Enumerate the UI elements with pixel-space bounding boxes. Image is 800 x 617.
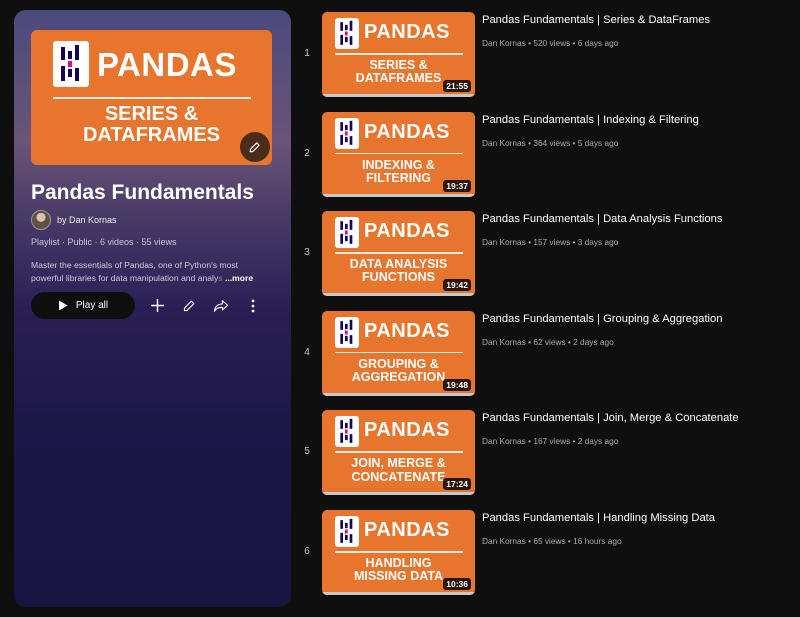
video-thumbnail[interactable]: PANDAS JOIN, MERGE & CONCATENATE 17:24 (322, 410, 475, 496)
video-title[interactable]: Pandas Fundamentals | Data Analysis Func… (482, 213, 722, 225)
pandas-logo-icon (53, 41, 89, 87)
video-duration: 19:37 (443, 179, 471, 192)
playlist-title: Pandas Fundamentals (31, 181, 254, 204)
video-thumbnail[interactable]: PANDAS DATA ANALYSIS FUNCTIONS 19:42 (322, 211, 475, 297)
video-row[interactable]: 4 PANDAS GROUPING & AGGREGATION 19:48 Pa… (300, 310, 790, 401)
video-thumbnail[interactable]: PANDAS HANDLING MISSING DATA 10:36 (322, 510, 475, 595)
video-row[interactable]: 1 PANDAS SERIES & DATAFRAMES 21:55 Panda… (300, 12, 790, 102)
video-duration: 19:48 (443, 378, 471, 391)
playlist-thumbnail[interactable]: PANDAS SERIES & DATAFRAMES (31, 30, 272, 165)
thumbnail-word: PANDAS (364, 21, 450, 43)
pandas-logo-icon (335, 18, 359, 49)
thumbnail-divider (335, 351, 463, 354)
thumbnail-subtitle: SERIES & DATAFRAMES (82, 103, 221, 146)
thumbnail-word: PANDAS (364, 120, 450, 143)
video-meta: Dan Kornas • 65 views • 16 hours ago (482, 536, 622, 546)
thumbnail-word: PANDAS (364, 220, 450, 243)
add-to-playlist-button[interactable] (141, 292, 173, 319)
owner-name[interactable]: by Dan Kornas (57, 215, 117, 225)
video-meta: Dan Kornas • 364 views • 5 days ago (482, 137, 619, 148)
pencil-icon (183, 300, 194, 312)
video-duration: 10:36 (443, 578, 471, 590)
edit-thumbnail-button[interactable] (240, 132, 270, 162)
thumbnail-divider (53, 97, 251, 99)
thumbnail-divider (335, 152, 463, 155)
video-title[interactable]: Pandas Fundamentals | Series & DataFrame… (482, 14, 710, 26)
owner-row[interactable]: by Dan Kornas (31, 210, 117, 230)
video-duration: 19:42 (443, 279, 471, 292)
video-thumbnail[interactable]: PANDAS INDEXING & FILTERING 19:37 (322, 111, 475, 197)
video-duration: 21:55 (443, 80, 471, 92)
pandas-logo-icon (335, 117, 359, 149)
avatar[interactable] (31, 210, 51, 230)
play-all-button[interactable]: Play all (31, 292, 135, 319)
plus-icon (150, 299, 164, 312)
video-meta: Dan Kornas • 62 views • 2 days ago (482, 336, 614, 347)
more-options-button[interactable] (237, 292, 269, 319)
video-index: 1 (304, 48, 310, 59)
thumbnail-divider (335, 252, 463, 254)
more-link[interactable]: ...more (225, 273, 253, 283)
playlist-meta: Playlist · Public · 6 videos · 55 views (31, 237, 177, 247)
pandas-logo-icon (335, 217, 359, 249)
video-duration: 17:24 (443, 478, 471, 491)
thumbnail-divider (335, 451, 463, 453)
video-index: 5 (304, 446, 310, 458)
video-meta: Dan Kornas • 157 views • 3 days ago (482, 237, 619, 248)
video-index: 2 (304, 147, 310, 159)
video-row[interactable]: 3 PANDAS DATA ANALYSIS FUNCTIONS 19:42 P… (300, 211, 790, 301)
more-vert-icon (251, 299, 255, 312)
pandas-logo-icon (335, 516, 359, 547)
video-index: 4 (304, 346, 310, 358)
edit-playlist-button[interactable] (173, 292, 205, 319)
playlist-header: PANDAS SERIES & DATAFRAMES Pandas Fundam… (14, 10, 291, 607)
watch-progress-bar (322, 592, 475, 595)
watch-progress-bar (322, 94, 475, 97)
share-button[interactable] (205, 292, 237, 319)
thumbnail-word: PANDAS (364, 519, 450, 541)
video-index: 6 (304, 546, 310, 557)
thumbnail-word: PANDAS (97, 46, 237, 83)
watch-progress-bar (322, 392, 475, 396)
thumbnail-word: PANDAS (364, 319, 450, 342)
playlist-actions: Play all (31, 292, 269, 319)
pandas-logo-icon (335, 416, 359, 448)
video-meta: Dan Kornas • 167 views • 2 days ago (482, 436, 619, 447)
share-icon (213, 299, 229, 312)
thumbnail-word: PANDAS (364, 419, 450, 442)
video-title[interactable]: Pandas Fundamentals | Grouping & Aggrega… (482, 313, 723, 325)
playlist-description: Master the essentials of Pandas, one of … (31, 260, 254, 283)
video-row[interactable]: 6 PANDAS HANDLING MISSING DATA 10:36 Pan… (300, 510, 790, 600)
watch-progress-bar (322, 293, 475, 297)
pandas-logo-icon (335, 316, 359, 348)
video-title[interactable]: Pandas Fundamentals | Join, Merge & Conc… (482, 412, 739, 424)
watch-progress-bar (322, 492, 475, 496)
video-thumbnail[interactable]: PANDAS SERIES & DATAFRAMES 21:55 (322, 12, 475, 97)
play-icon (58, 300, 68, 311)
video-meta: Dan Kornas • 520 views • 6 days ago (482, 38, 619, 48)
video-thumbnail[interactable]: PANDAS GROUPING & AGGREGATION 19:48 (322, 310, 475, 396)
thumbnail-divider (335, 551, 463, 553)
watch-progress-bar (322, 193, 475, 197)
video-title[interactable]: Pandas Fundamentals | Handling Missing D… (482, 512, 715, 524)
video-row[interactable]: 5 PANDAS JOIN, MERGE & CONCATENATE 17:24… (300, 410, 790, 500)
video-index: 3 (304, 247, 310, 259)
video-row[interactable]: 2 PANDAS INDEXING & FILTERING 19:37 Pand… (300, 111, 790, 202)
video-title[interactable]: Pandas Fundamentals | Indexing & Filteri… (482, 114, 699, 126)
pencil-icon (249, 142, 260, 153)
thumbnail-divider (335, 53, 463, 55)
